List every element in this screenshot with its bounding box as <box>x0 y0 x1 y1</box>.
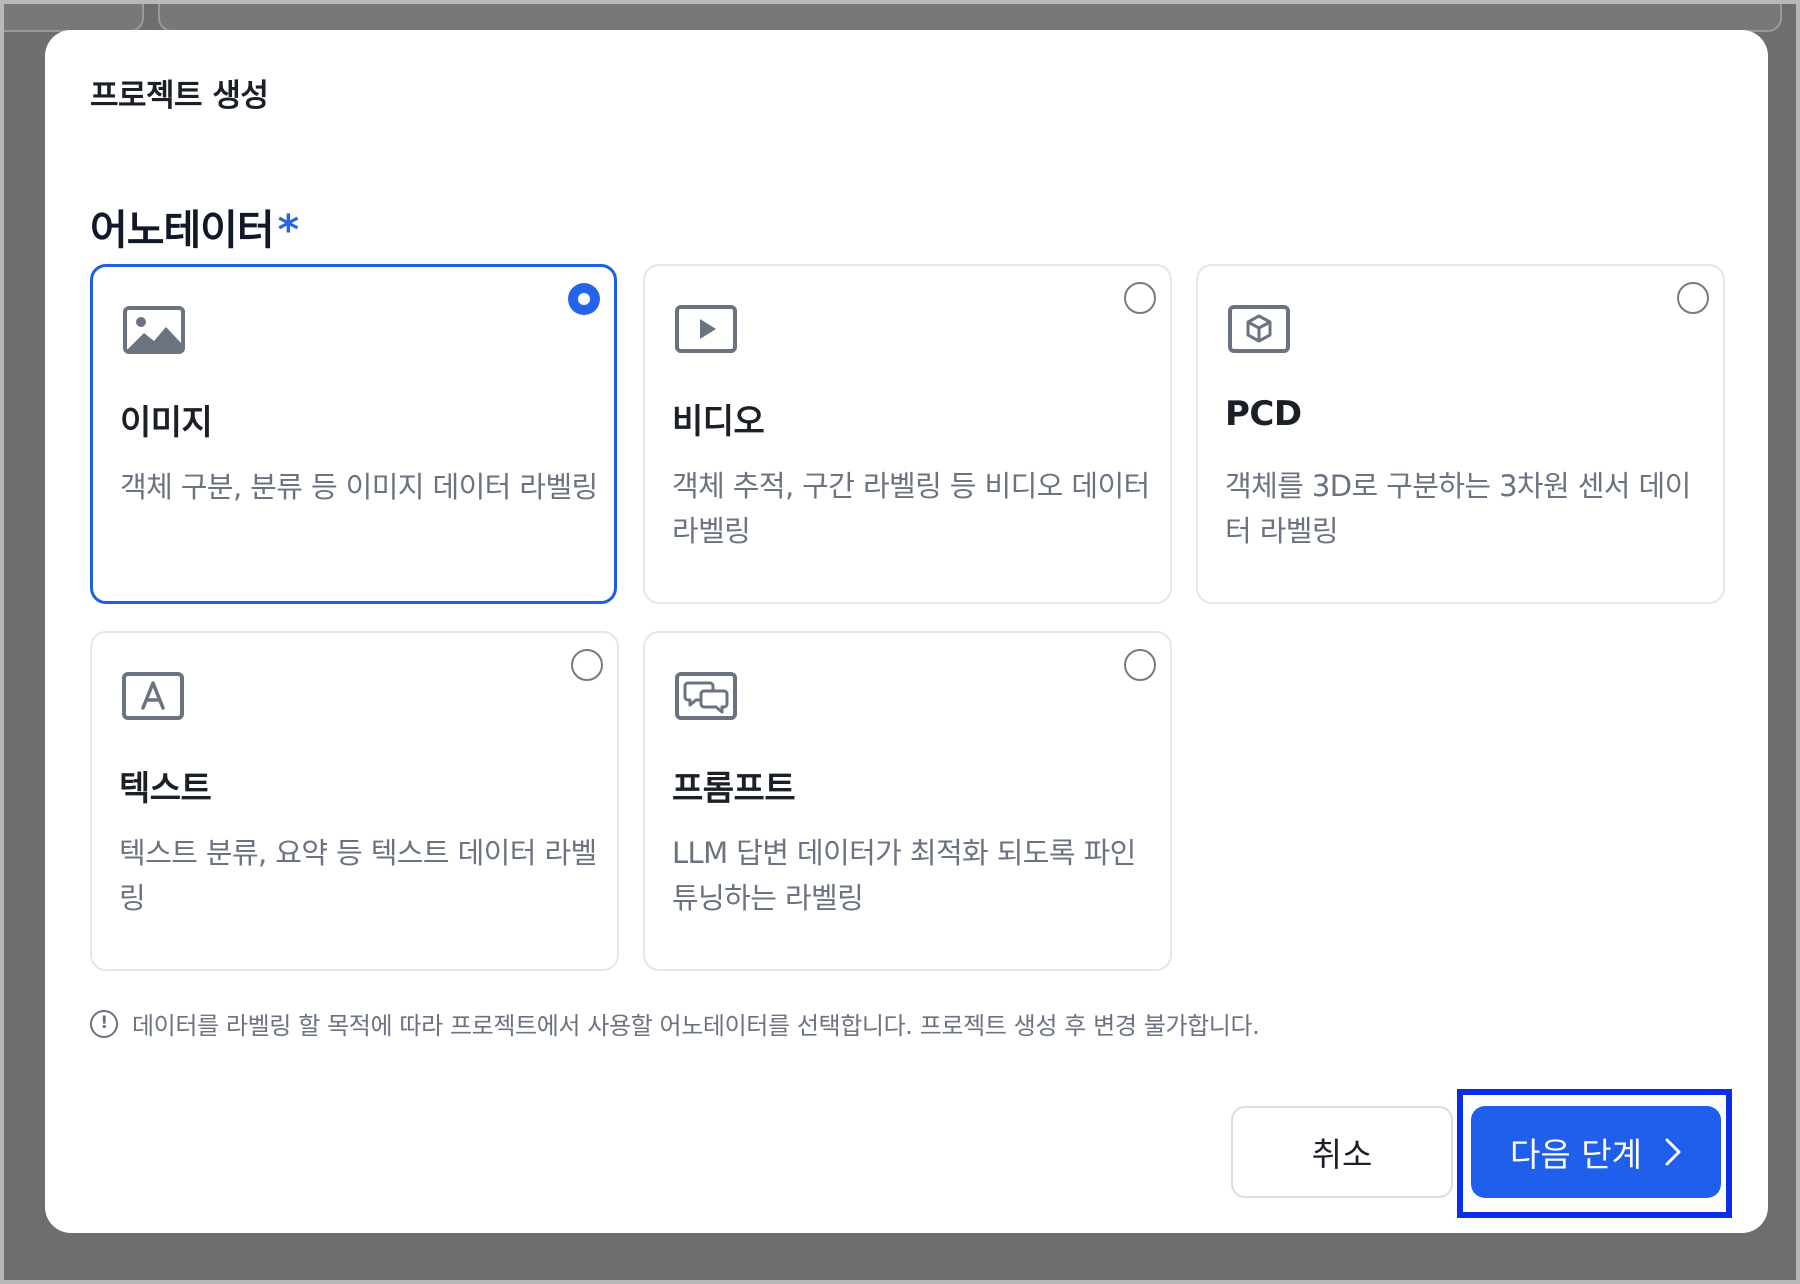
option-desc-text: 텍스트 분류, 요약 등 텍스트 데이터 라벨링 <box>119 836 597 915</box>
option-card-pcd[interactable]: PCD 객체를 3D로 구분하는 3차원 센서 데이터 라벨링 <box>1196 264 1725 604</box>
info-icon: ! <box>90 1009 118 1038</box>
option-title-text: 텍스트 <box>119 769 212 809</box>
image-icon <box>122 305 186 355</box>
option-card-text[interactable]: 텍스트 텍스트 분류, 요약 등 텍스트 데이터 라벨링 <box>90 631 619 971</box>
radio-text[interactable] <box>571 649 603 681</box>
option-title-video: 비디오 <box>672 402 765 442</box>
video-play-icon <box>674 304 738 354</box>
chevron-right-icon <box>1664 1137 1682 1167</box>
option-card-image[interactable]: 이미지 객체 구분, 분류 등 이미지 데이터 라벨링 <box>90 264 617 604</box>
cube-icon <box>1227 304 1291 354</box>
annotator-notice: ! 데이터를 라벨링 할 목적에 따라 프로젝트에서 사용할 어노테이터를 선택… <box>90 1006 1260 1041</box>
annotator-section-label: 어노테이터* <box>90 196 299 256</box>
create-project-modal: 프로젝트 생성 어노테이터* 이미지 객체 구분, 분류 등 이미지 데이터 라… <box>45 30 1768 1233</box>
option-desc-image: 객체 구분, 분류 등 이미지 데이터 라벨링 <box>120 470 598 504</box>
option-title-image: 이미지 <box>120 403 213 443</box>
next-step-label: 다음 단계 <box>1510 1135 1642 1174</box>
radio-prompt[interactable] <box>1124 649 1156 681</box>
option-title-prompt: 프롬프트 <box>672 769 796 809</box>
backdrop-panel-right <box>158 0 1782 32</box>
option-desc-pcd: 객체를 3D로 구분하는 3차원 센서 데이터 라벨링 <box>1225 469 1691 548</box>
radio-video[interactable] <box>1124 282 1156 314</box>
modal-title: 프로젝트 생성 <box>90 78 269 114</box>
option-desc-video: 객체 추적, 구간 라벨링 등 비디오 데이터 라벨링 <box>672 469 1150 548</box>
required-mark: * <box>277 206 299 254</box>
option-desc-prompt: LLM 답변 데이터가 최적화 되도록 파인튜닝하는 라벨링 <box>672 836 1136 915</box>
chat-bubbles-icon <box>674 671 738 721</box>
section-label-text: 어노테이터 <box>90 206 275 254</box>
next-step-button[interactable]: 다음 단계 <box>1471 1106 1721 1198</box>
option-card-prompt[interactable]: 프롬프트 LLM 답변 데이터가 최적화 되도록 파인튜닝하는 라벨링 <box>643 631 1172 971</box>
option-title-pcd: PCD <box>1225 394 1302 434</box>
radio-image[interactable] <box>568 283 600 315</box>
backdrop-panel-left <box>0 0 144 32</box>
text-a-icon <box>121 671 185 721</box>
notice-text: 데이터를 라벨링 할 목적에 따라 프로젝트에서 사용할 어노테이터를 선택합니… <box>132 1012 1260 1040</box>
radio-pcd[interactable] <box>1677 282 1709 314</box>
option-card-video[interactable]: 비디오 객체 추적, 구간 라벨링 등 비디오 데이터 라벨링 <box>643 264 1172 604</box>
cancel-button[interactable]: 취소 <box>1231 1106 1453 1198</box>
